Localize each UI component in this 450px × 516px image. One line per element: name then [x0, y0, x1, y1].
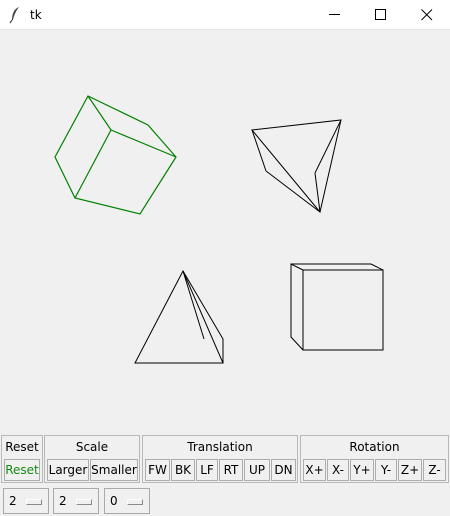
feather-icon	[8, 6, 24, 24]
scale-panel: Scale Larger Smaller	[44, 435, 140, 483]
translate-up-button[interactable]: UP	[244, 459, 270, 481]
cube-bottom-right	[290, 263, 384, 351]
option-menu-2[interactable]: 2	[53, 488, 99, 514]
translate-fw-button[interactable]: FW	[145, 459, 170, 481]
scale-panel-title: Scale	[75, 440, 109, 454]
cube-selected	[54, 95, 177, 215]
cube-bottom-right-top-edge	[370, 263, 384, 271]
cube-selected-outline	[54, 95, 177, 215]
pyramid-bottom-left	[134, 269, 224, 364]
pyramid-top-right	[251, 119, 342, 214]
option-menu-2-value: 2	[59, 494, 67, 508]
rotate-y-plus-button[interactable]: Y+	[350, 459, 374, 481]
maximize-icon	[375, 9, 386, 20]
reset-panel-title: Reset	[5, 440, 39, 454]
rotate-z-minus-button[interactable]: Z-	[423, 459, 446, 481]
rotate-z-plus-button[interactable]: Z+	[398, 459, 422, 481]
maximize-button[interactable]	[358, 0, 404, 30]
cube-selected-edge	[110, 129, 177, 158]
pyramid-top-right-outline	[251, 119, 342, 214]
close-button[interactable]	[404, 0, 450, 30]
option-menu-3-value: 0	[110, 494, 118, 508]
reset-panel: Reset Reset	[1, 435, 43, 483]
translation-panel: Translation FW BK LF RT UP DN	[142, 435, 298, 483]
minimize-icon	[329, 14, 340, 15]
translate-dn-button[interactable]: DN	[271, 459, 296, 481]
dropdown-indicator-icon	[127, 499, 143, 505]
minimize-button[interactable]	[312, 0, 358, 30]
rotate-y-minus-button[interactable]: Y-	[375, 459, 397, 481]
pyramid-top-right-edge	[314, 119, 342, 174]
option-menu-3[interactable]: 0	[104, 488, 150, 514]
cube-bottom-right-side	[290, 263, 304, 351]
rotate-x-plus-button[interactable]: X+	[303, 459, 326, 481]
rotation-panel-title: Rotation	[349, 440, 400, 454]
pyramid-top-right-edge	[251, 129, 267, 172]
larger-button[interactable]: Larger	[47, 459, 89, 481]
cube-selected-edge	[74, 129, 112, 199]
pyramid-bottom-left-edge	[182, 270, 205, 340]
translation-panel-title: Translation	[187, 440, 253, 454]
rotate-x-minus-button[interactable]: X-	[327, 459, 349, 481]
option-menu-1-value: 2	[9, 494, 17, 508]
drawing-canvas[interactable]	[0, 30, 450, 433]
title-bar: tk	[0, 0, 450, 30]
rotation-panel: Rotation X+ X- Y+ Y- Z+ Z-	[300, 435, 449, 483]
smaller-button[interactable]: Smaller	[90, 459, 138, 481]
pyramid-top-right-edge	[265, 170, 321, 213]
dropdown-indicator-icon	[26, 499, 42, 505]
window-title: tk	[30, 8, 42, 22]
close-icon	[421, 9, 433, 21]
option-menu-1[interactable]: 2	[3, 488, 49, 514]
cube-bottom-right-front	[302, 269, 384, 351]
translate-bk-button[interactable]: BK	[171, 459, 195, 481]
dropdown-indicator-icon	[76, 499, 92, 505]
translate-rt-button[interactable]: RT	[219, 459, 243, 481]
translate-lf-button[interactable]: LF	[196, 459, 218, 481]
reset-button[interactable]: Reset	[4, 459, 40, 481]
